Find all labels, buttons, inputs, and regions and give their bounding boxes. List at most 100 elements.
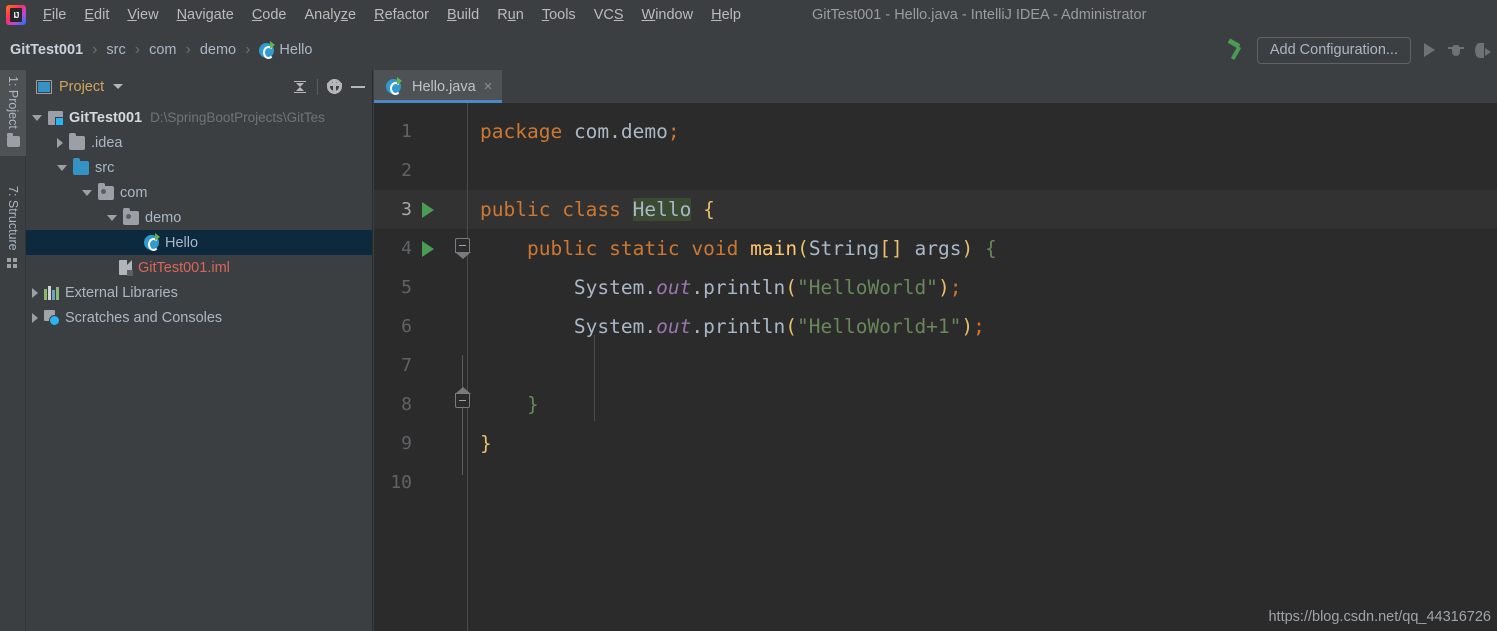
- breadcrumb-label: Hello: [279, 42, 313, 58]
- code-token: ): [961, 237, 974, 260]
- breadcrumb-item-hello[interactable]: Hello: [259, 40, 313, 59]
- tree-node-external-libraries[interactable]: External Libraries: [26, 280, 372, 305]
- menu-item-tools[interactable]: Tools: [533, 3, 585, 27]
- collapse-all-icon[interactable]: [292, 79, 308, 95]
- tree-node-demo[interactable]: demo: [26, 205, 372, 230]
- menu-item-help[interactable]: Help: [702, 3, 750, 27]
- scratches-icon: [44, 310, 60, 326]
- chevron-down-icon[interactable]: [107, 214, 117, 221]
- code-token: .: [644, 276, 657, 299]
- code-token: ;: [667, 120, 680, 143]
- chevron-down-icon[interactable]: [32, 114, 42, 121]
- close-icon[interactable]: ×: [484, 79, 493, 94]
- code-editor[interactable]: 1 2 3 4 5 6 7 8 9 10 package com.demo; public clas…: [374, 103, 1497, 631]
- code-line: System. out. println("HelloWorld+1");: [480, 307, 985, 346]
- hide-panel-icon[interactable]: [351, 85, 365, 88]
- breadcrumb-item-src[interactable]: src: [106, 42, 125, 58]
- sidebar-item-project[interactable]: 1: Project: [0, 70, 26, 156]
- code-line: package com.demo;: [480, 112, 680, 151]
- gutter-row: 9: [374, 424, 468, 463]
- menu-item-build[interactable]: Build: [438, 3, 488, 27]
- gutter-row: 4: [374, 229, 468, 268]
- tree-node-scratches-and-consoles[interactable]: Scratches and Consoles: [26, 305, 372, 330]
- chevron-down-icon[interactable]: [82, 189, 92, 196]
- breadcrumb-separator: ›: [185, 41, 191, 58]
- code-token: System: [573, 315, 645, 338]
- code-token: void: [691, 237, 739, 260]
- chevron-down-icon[interactable]: [113, 84, 124, 89]
- gutter-row: 1: [374, 112, 468, 151]
- code-token: .: [691, 276, 704, 299]
- line-number: 4: [401, 238, 412, 259]
- menu-item-file[interactable]: File: [34, 3, 75, 27]
- java-class-icon: [259, 40, 276, 59]
- chevron-right-icon[interactable]: [57, 137, 63, 148]
- breadcrumb-item-gittest001[interactable]: GitTest001: [10, 42, 83, 58]
- line-number: 3: [401, 199, 412, 220]
- menu-item-window[interactable]: Window: [633, 3, 703, 27]
- libraries-icon: [44, 285, 59, 300]
- tree-node-gittest001-iml[interactable]: GitTest001.iml: [26, 255, 372, 280]
- fold-marker-expanded[interactable]: [455, 238, 471, 259]
- hammer-icon[interactable]: [1225, 39, 1247, 61]
- editor-area: Hello.java × 1 2 3 4 5 6 7 8 9 10 package com.dem…: [374, 70, 1497, 631]
- run-with-coverage-icon[interactable]: [1474, 42, 1491, 59]
- tree-node-src[interactable]: src: [26, 155, 372, 180]
- menu-item-code[interactable]: Code: [243, 3, 296, 27]
- tree-node-hello[interactable]: Hello: [26, 230, 372, 255]
- sidebar-item-project-label: 1: Project: [6, 76, 20, 129]
- run-icon[interactable]: [1424, 43, 1435, 57]
- gutter-run-icon[interactable]: [422, 201, 434, 218]
- breadcrumb-separator: ›: [92, 41, 98, 58]
- breadcrumb-item-com[interactable]: com: [149, 42, 176, 58]
- menu-item-run[interactable]: Run: [488, 3, 533, 27]
- code-token: ;: [949, 276, 962, 299]
- settings-gear-icon[interactable]: [326, 78, 342, 94]
- tree-node-idea[interactable]: .idea: [26, 130, 372, 155]
- menu-item-view[interactable]: View: [118, 3, 167, 27]
- menu-item-vcs[interactable]: VCS: [585, 3, 633, 27]
- breadcrumb: GitTest001 › src › com › demo › Hello: [0, 40, 313, 59]
- tree-node-label: com: [120, 184, 148, 201]
- tab-hello-java[interactable]: Hello.java ×: [374, 70, 503, 103]
- add-configuration-button[interactable]: Add Configuration...: [1256, 36, 1411, 64]
- code-token: }: [526, 393, 539, 416]
- navigation-bar: GitTest001 › src › com › demo › Hello Add Config…: [0, 30, 1497, 70]
- chevron-down-icon[interactable]: [57, 164, 67, 171]
- indent-guide: [594, 335, 595, 421]
- fold-marker-end[interactable]: [455, 387, 471, 408]
- sidebar-item-structure[interactable]: 7: Structure: [0, 180, 26, 285]
- code-line: public class Hello {: [480, 190, 715, 229]
- chevron-right-icon[interactable]: [32, 312, 38, 323]
- watermark-text: https://blog.csdn.net/qq_44316726: [1268, 609, 1491, 625]
- menu-item-refactor[interactable]: Refactor: [365, 3, 438, 27]
- menu-item-navigate[interactable]: Navigate: [168, 3, 243, 27]
- line-number: 1: [401, 121, 412, 142]
- code-line: }: [480, 385, 539, 424]
- module-icon: [48, 110, 64, 126]
- java-class-icon: [144, 233, 160, 251]
- tree-node-gittest001[interactable]: GitTest001 D:\SpringBootProjects\GitTes: [26, 105, 372, 130]
- project-panel-header: Project: [26, 70, 372, 103]
- chevron-right-icon[interactable]: [32, 287, 38, 298]
- source-folder-icon: [73, 157, 89, 175]
- menu-item-analyze[interactable]: Analyze: [296, 3, 366, 27]
- code-token: public: [526, 237, 598, 260]
- gutter-run-icon[interactable]: [422, 240, 434, 257]
- breadcrumb-item-demo[interactable]: demo: [200, 42, 236, 58]
- line-number: 8: [401, 394, 412, 415]
- tree-node-label: Scratches and Consoles: [65, 309, 223, 326]
- editor-gutter[interactable]: 1 2 3 4 5 6 7 8 9 10: [374, 103, 468, 631]
- tree-node-com[interactable]: com: [26, 180, 372, 205]
- menu-item-edit[interactable]: Edit: [75, 3, 118, 27]
- line-number: 10: [390, 472, 412, 493]
- code-token: (: [785, 276, 798, 299]
- debug-icon[interactable]: [1448, 42, 1464, 58]
- java-class-icon: [386, 77, 402, 95]
